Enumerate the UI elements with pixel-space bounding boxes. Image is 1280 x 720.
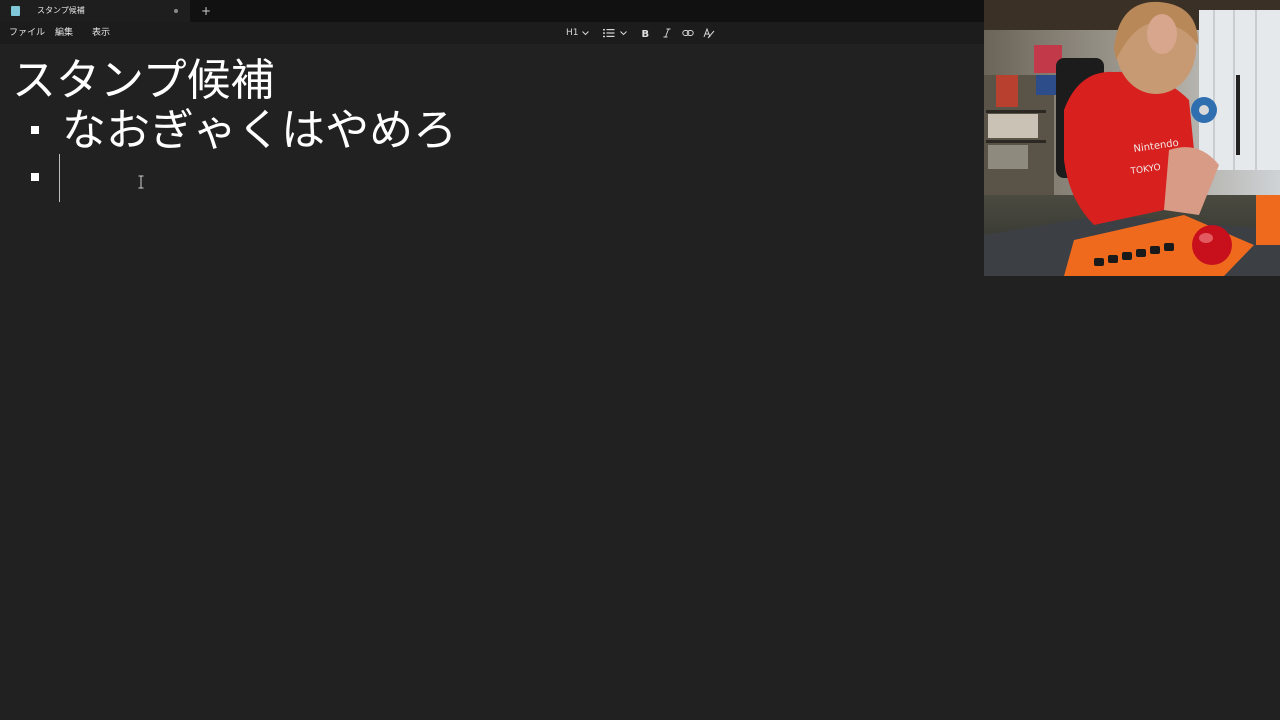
bold-button[interactable]: B — [640, 26, 650, 40]
menu-edit[interactable]: 編集 — [55, 27, 73, 39]
italic-icon — [663, 28, 671, 38]
clear-formatting-button[interactable] — [703, 26, 715, 40]
editor-area[interactable]: スタンプ候補 なおぎゃくはやめろ — [0, 44, 984, 720]
tab-title: スタンプ候補 — [37, 6, 85, 15]
link-icon — [682, 30, 694, 36]
menu-view[interactable]: 表示 — [92, 27, 110, 39]
chevron-down-icon — [620, 31, 627, 36]
notepad-app-icon — [11, 6, 20, 16]
svg-text:B: B — [642, 29, 650, 40]
text-caret — [59, 154, 60, 202]
document-heading[interactable]: スタンプ候補 — [12, 54, 275, 108]
tab-document[interactable]: スタンプ候補 — [0, 0, 190, 22]
chevron-down-icon — [582, 31, 589, 36]
list-item[interactable] — [0, 154, 900, 204]
heading-level-label: H1 — [566, 28, 579, 38]
title-bar: スタンプ候補 + — [0, 0, 984, 22]
unsaved-dot-icon[interactable] — [174, 9, 178, 13]
list-item[interactable]: なおぎゃくはやめろ — [0, 104, 900, 158]
heading-dropdown[interactable]: H1 — [566, 26, 590, 40]
new-tab-button[interactable]: + — [199, 4, 213, 18]
notepad-window: スタンプ候補 + ファイル 編集 表示 H1 B スタンプ候補 なおぎゃくはやめ… — [0, 0, 1280, 720]
clear-formatting-icon — [703, 27, 715, 39]
list-item-text[interactable]: なおぎゃくはやめろ — [62, 104, 457, 158]
menu-bar: ファイル 編集 表示 H1 B — [0, 22, 984, 44]
webcam-overlay: Nintendo TOKYO — [984, 0, 1280, 276]
bullet-list-icon — [603, 29, 615, 38]
ibeam-cursor-icon — [138, 175, 144, 189]
bullet-icon — [31, 173, 39, 181]
bold-icon: B — [642, 29, 650, 40]
link-button[interactable] — [682, 26, 694, 40]
list-dropdown[interactable] — [603, 26, 629, 40]
webcam-feed-image: Nintendo TOKYO — [984, 0, 1280, 276]
italic-button[interactable] — [662, 26, 672, 40]
menu-file[interactable]: ファイル — [9, 27, 45, 39]
bullet-icon — [31, 126, 39, 134]
